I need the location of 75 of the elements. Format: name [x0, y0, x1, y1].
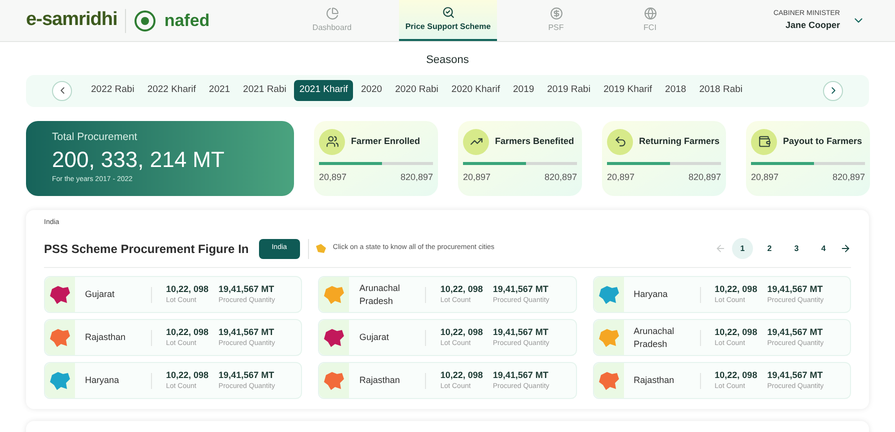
- procured-quantity: 19,41,567 MT: [492, 282, 550, 296]
- user-name: Jane Cooper: [785, 19, 840, 32]
- stat-title: Farmer Enrolled: [351, 134, 420, 148]
- partner-logo: nafed: [164, 10, 210, 32]
- procured-quantity: 19,41,567 MT: [218, 282, 275, 296]
- previous-button[interactable]: [52, 80, 72, 100]
- lot-count: 10,22, 098: [440, 368, 483, 382]
- season-tab[interactable]: 2020: [356, 80, 388, 101]
- stat-min: 20,897: [463, 170, 491, 184]
- page-button[interactable]: 1: [732, 238, 753, 259]
- state-name: Gujarat: [359, 331, 390, 344]
- season-tab[interactable]: 2018 Rabi: [694, 80, 748, 101]
- season-tab[interactable]: 2021 Rabi: [238, 80, 292, 101]
- total-label: Total Procurement: [52, 130, 138, 144]
- lot-count: 10,22, 098: [714, 368, 758, 382]
- stat-min: 20,897: [319, 170, 347, 184]
- pie-chart-icon: [326, 7, 338, 20]
- procured-quantity: 19,41,567 MT: [492, 368, 550, 382]
- total-value: 200, 333, 214 MT: [52, 146, 226, 174]
- season-tab[interactable]: 2022 Kharif: [142, 80, 201, 101]
- state-name: Rajasthan: [634, 374, 676, 387]
- season-tab[interactable]: 2019: [508, 80, 540, 101]
- procured-quantity: 19,41,567 MT: [767, 368, 824, 382]
- season-tab[interactable]: 2021 Kharif: [294, 80, 353, 101]
- season-tab[interactable]: 2022 Rabi: [86, 80, 140, 101]
- procured-quantity: 19,41,567 MT: [767, 326, 824, 338]
- section-title: Seasons: [425, 53, 470, 68]
- lot-count: 10,22, 098: [440, 326, 483, 338]
- lot-count: 10,22, 098: [166, 282, 209, 296]
- state-name: Gujarat: [85, 288, 116, 301]
- procured-quantity: 19,41,567 MT: [767, 282, 824, 296]
- season-tab[interactable]: 2018: [660, 80, 692, 101]
- coin-icon: [550, 7, 562, 20]
- state-name: Rajasthan: [85, 331, 127, 344]
- state-name: Rajasthan: [359, 374, 401, 387]
- stat-max: 820,897: [688, 170, 721, 184]
- lot-count: 10,22, 098: [166, 368, 209, 382]
- globe-icon: [644, 7, 656, 20]
- people-icon: [326, 135, 338, 148]
- stat-max: 820,897: [544, 170, 577, 184]
- season-tab[interactable]: 2019 Kharif: [598, 80, 658, 101]
- procured-quantity: 19,41,567 MT: [492, 326, 550, 338]
- procured-quantity: 19,41,567 MT: [218, 326, 275, 338]
- previous-page-icon[interactable]: [715, 243, 726, 254]
- return-arrow-icon: [614, 135, 626, 148]
- page-button[interactable]: 2: [759, 238, 780, 259]
- state-name: Haryana: [634, 288, 669, 301]
- lot-count: 10,22, 098: [714, 282, 758, 296]
- brand-logo: e-samridhi: [26, 8, 118, 32]
- season-tab[interactable]: 2019 Rabi: [542, 80, 596, 101]
- stat-title: Payout to Farmers: [783, 134, 862, 148]
- next-button[interactable]: [823, 80, 843, 100]
- stat-title: Returning Farmers: [639, 134, 720, 148]
- stat-min: 20,897: [607, 170, 635, 184]
- lot-count: 10,22, 098: [714, 326, 758, 338]
- stat-min: 20,897: [751, 170, 779, 184]
- state-name: Arunachal Pradesh: [634, 324, 676, 350]
- state-name: Arunachal Pradesh: [359, 282, 401, 308]
- page-button[interactable]: 3: [786, 238, 807, 259]
- season-tab[interactable]: 2020 Rabi: [390, 80, 444, 101]
- season-tab[interactable]: 2021: [204, 80, 236, 101]
- magnifier-icon: [442, 6, 454, 19]
- season-tab[interactable]: 2020 Kharif: [446, 80, 505, 101]
- nav-tab[interactable]: Price Support Scheme: [399, 0, 497, 41]
- lot-count: 10,22, 098: [166, 326, 209, 338]
- procured-quantity: 19,41,567 MT: [218, 368, 275, 382]
- stat-title: Farmers Benefited: [495, 134, 574, 148]
- emblem-icon: [134, 10, 156, 32]
- state-name: Haryana: [85, 374, 120, 387]
- page-button[interactable]: 4: [813, 238, 834, 259]
- stat-max: 820,897: [832, 170, 865, 184]
- next-page-icon[interactable]: [840, 243, 851, 254]
- lot-count: 10,22, 098: [440, 282, 483, 296]
- card-title: PSS Scheme Procurement Figure In: [44, 240, 249, 258]
- stat-max: 820,897: [400, 170, 433, 184]
